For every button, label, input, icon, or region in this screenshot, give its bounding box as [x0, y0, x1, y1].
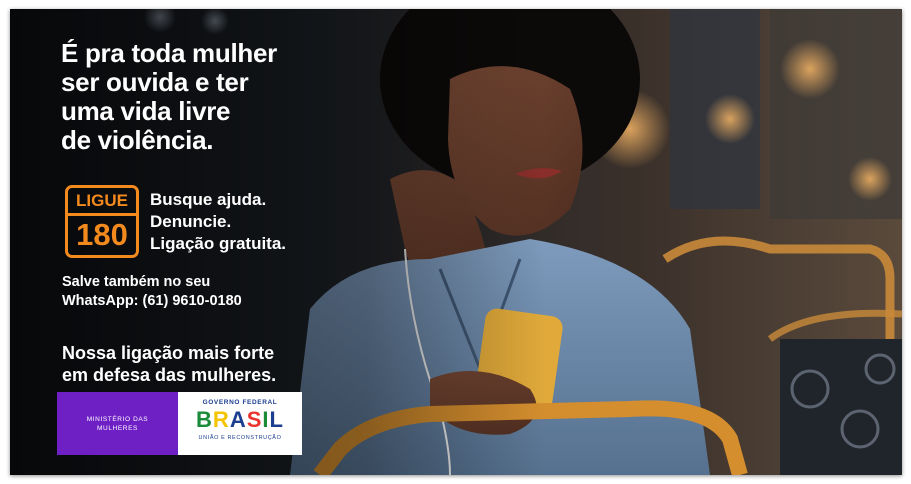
ligue-label: LIGUE [68, 188, 136, 216]
brasil-letter: I [262, 407, 270, 432]
cta-line: Ligação gratuita. [150, 234, 287, 253]
brasil-letter: B [196, 407, 213, 432]
headline-line: de violência. [61, 125, 214, 155]
whatsapp-info: Salve também no seu WhatsApp: (61) 9610-… [62, 273, 242, 311]
campaign-banner: É pra toda mulher ser ouvida e ter uma v… [10, 9, 902, 475]
gov-top-text: GOVERNO FEDERAL [202, 399, 278, 406]
tagline-line: Nossa ligação mais forte [62, 343, 275, 363]
brasil-letter: R [212, 407, 230, 432]
headline-line: uma vida livre [61, 96, 231, 126]
brasil-letter: S [246, 407, 263, 432]
brasil-wordmark: BRASIL [178, 409, 302, 431]
ministerio-line: MINISTÉRIO DAS [86, 415, 149, 423]
governo-federal-logo: GOVERNO FEDERAL BRASIL UNIÃO E RECONSTRU… [178, 392, 302, 455]
cta-line: Busque ajuda. [150, 190, 267, 209]
headline: É pra toda mulher ser ouvida e ter uma v… [61, 39, 361, 155]
brasil-letter: L [269, 407, 284, 432]
headline-line: ser ouvida e ter [61, 67, 249, 97]
whatsapp-line: Salve também no seu [62, 274, 211, 290]
brasil-letter: A [229, 407, 247, 432]
ministerio-line: MULHERES [97, 424, 138, 432]
ministerio-mulheres-logo: MINISTÉRIO DAS MULHERES [57, 392, 178, 455]
ligue-number: 180 [76, 217, 128, 252]
call-to-action-list: Busque ajuda. Denuncie. Ligação gratuita… [150, 189, 286, 255]
headline-line: É pra toda mulher [61, 38, 277, 68]
whatsapp-line: WhatsApp: (61) 9610-0180 [62, 293, 242, 309]
tagline: Nossa ligação mais forte em defesa das m… [62, 342, 276, 386]
tagline-line: em defesa das mulheres. [62, 365, 277, 385]
gov-bottom-text: UNIÃO E RECONSTRUÇÃO [198, 435, 282, 441]
cta-line: Denuncie. [150, 212, 232, 231]
ligue-180-badge: LIGUE 180 [65, 185, 139, 258]
